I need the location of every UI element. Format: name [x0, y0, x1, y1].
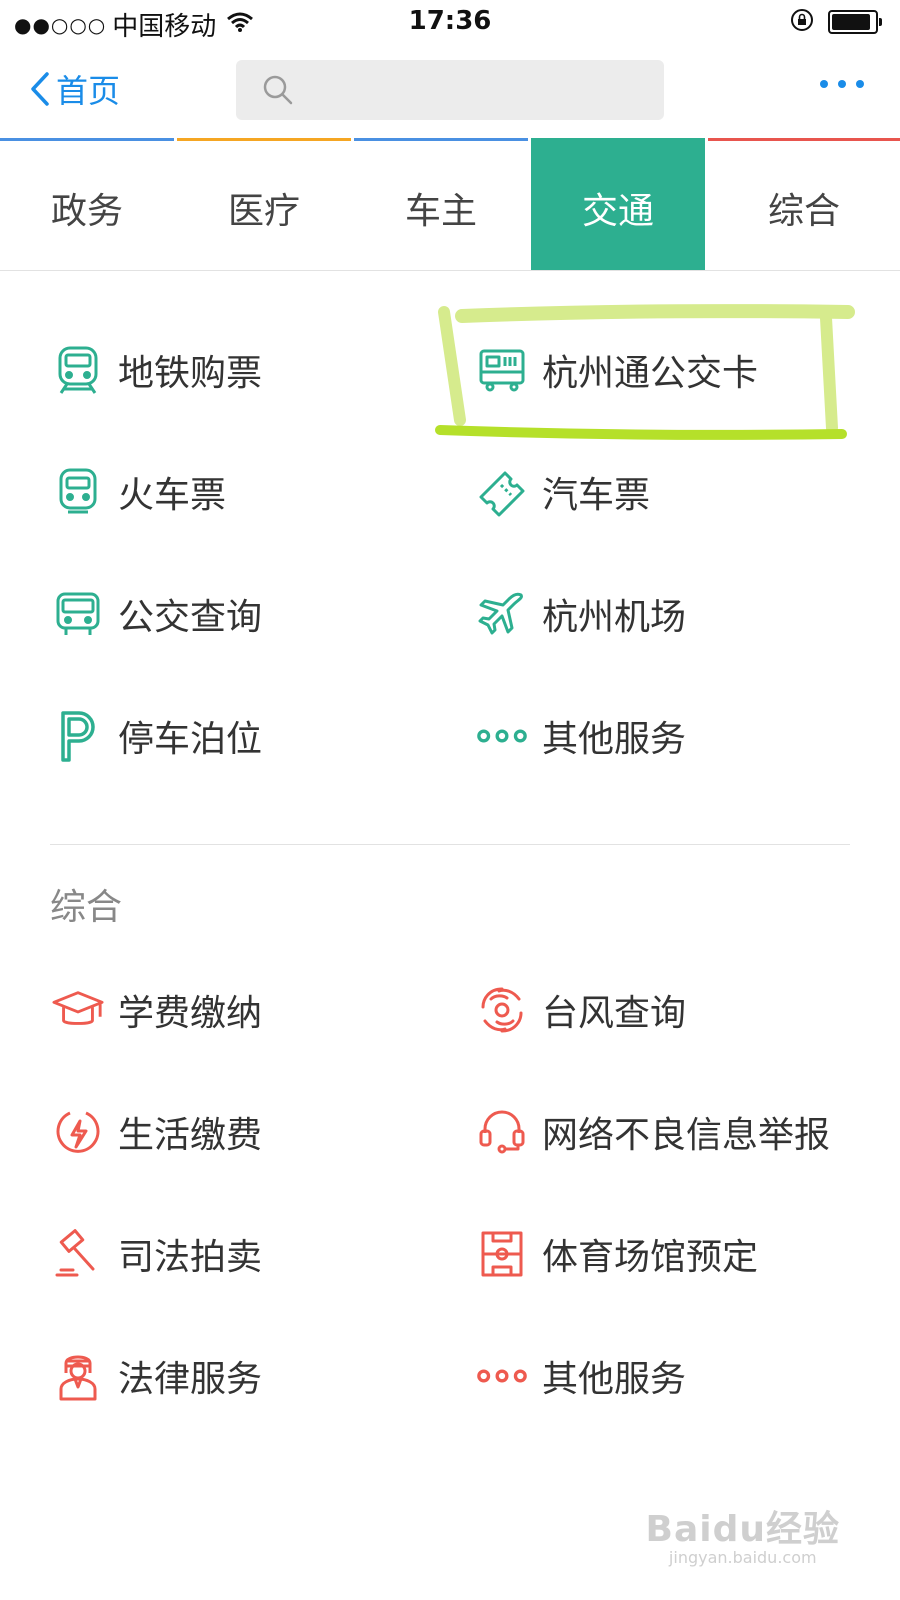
service-label: 停车泊位 — [118, 719, 263, 760]
service-label: 地铁购票 — [118, 353, 263, 394]
graduation-cap-icon — [52, 984, 104, 1036]
service-label: 杭州通公交卡 — [542, 353, 759, 394]
service-bus-ticket[interactable]: 汽车票 — [476, 462, 650, 522]
service-label: 体育场馆预定 — [542, 1237, 759, 1278]
bus-icon — [52, 588, 104, 640]
tab-general[interactable]: 综合 — [708, 138, 900, 270]
service-bus-query[interactable]: 公交查询 — [52, 584, 262, 644]
more-dots-icon — [476, 710, 528, 762]
typhoon-icon — [476, 984, 528, 1036]
service-label: 其他服务 — [542, 1359, 687, 1400]
service-tuition[interactable]: 学费缴纳 — [52, 980, 262, 1040]
subway-icon — [52, 344, 104, 396]
dot-icon — [820, 80, 828, 88]
service-label: 生活缴费 — [118, 1115, 263, 1156]
tab-car-owner[interactable]: 车主 — [354, 138, 528, 270]
tab-label: 医疗 — [227, 191, 300, 232]
search-input[interactable] — [306, 70, 650, 112]
service-airport[interactable]: 杭州机场 — [476, 584, 686, 644]
dot-icon — [838, 80, 846, 88]
service-legal[interactable]: 法律服务 — [52, 1346, 262, 1406]
service-label: 公交查询 — [118, 597, 263, 638]
section-divider — [50, 844, 850, 845]
tab-color-bar — [708, 138, 900, 141]
service-stadium-booking[interactable]: 体育场馆预定 — [476, 1224, 758, 1284]
service-judicial-auction[interactable]: 司法拍卖 — [52, 1224, 262, 1284]
service-utility-payment[interactable]: 生活缴费 — [52, 1102, 262, 1162]
service-label: 网络不良信息举报 — [542, 1115, 831, 1156]
service-label: 学费缴纳 — [118, 993, 263, 1034]
ticket-icon — [476, 466, 528, 518]
stadium-icon — [476, 1228, 528, 1280]
section-title: 综合 — [50, 887, 123, 928]
train-icon — [52, 466, 104, 518]
service-label: 司法拍卖 — [118, 1237, 263, 1278]
headset-icon — [476, 1106, 528, 1158]
utility-bolt-icon — [52, 1106, 104, 1158]
service-label: 汽车票 — [542, 475, 651, 516]
nav-bar: 首页 — [0, 42, 900, 138]
watermark-sub: jingyan.baidu.com — [668, 1548, 817, 1567]
parking-icon — [52, 710, 104, 762]
more-options-button[interactable] — [820, 80, 864, 88]
battery-level — [832, 14, 870, 30]
category-tabs: 政务 医疗 车主 交通 综合 — [0, 138, 900, 271]
tab-label: 政务 — [50, 191, 123, 232]
tab-transport[interactable]: 交通 — [531, 138, 705, 270]
status-right — [790, 8, 882, 36]
service-report-info[interactable]: 网络不良信息举报 — [476, 1102, 830, 1162]
chevron-left-icon — [31, 72, 49, 106]
tab-color-bar — [0, 138, 174, 141]
baidu-watermark: Baidu经验 jingyan.baidu.com — [646, 1500, 840, 1567]
service-label: 法律服务 — [118, 1359, 263, 1400]
tab-medical[interactable]: 医疗 — [177, 138, 351, 270]
tab-color-bar — [354, 138, 528, 141]
dot-icon — [856, 80, 864, 88]
tab-government[interactable]: 政务 — [0, 138, 174, 270]
status-time: 17:36 — [408, 6, 492, 36]
service-subway-ticket[interactable]: 地铁购票 — [52, 340, 262, 400]
service-bus-card[interactable]: 杭州通公交卡 — [476, 340, 758, 400]
status-bar: ●●○○○ 中国移动 17:36 — [0, 0, 900, 42]
service-label: 杭州机场 — [542, 597, 687, 638]
rotation-lock-icon — [790, 8, 814, 36]
tab-label: 交通 — [581, 191, 654, 232]
service-other-general[interactable]: 其他服务 — [476, 1346, 686, 1406]
watermark-main: Baidu经验 — [645, 1509, 840, 1550]
back-label: 首页 — [56, 72, 121, 110]
gavel-icon — [52, 1228, 104, 1280]
tab-label: 车主 — [404, 191, 477, 232]
battery-icon — [828, 10, 882, 34]
lawyer-icon — [52, 1350, 104, 1402]
tab-color-bar — [177, 138, 351, 141]
search-icon — [262, 74, 294, 110]
service-label: 其他服务 — [542, 719, 687, 760]
service-parking[interactable]: 停车泊位 — [52, 706, 262, 766]
search-box[interactable] — [236, 60, 664, 120]
service-label: 台风查询 — [542, 993, 687, 1034]
service-typhoon[interactable]: 台风查询 — [476, 980, 686, 1040]
tab-label: 综合 — [767, 191, 840, 232]
service-other-transport[interactable]: 其他服务 — [476, 706, 686, 766]
more-dots-icon — [476, 1350, 528, 1402]
back-button[interactable]: 首页 — [30, 66, 120, 112]
service-label: 火车票 — [118, 475, 227, 516]
airplane-icon — [476, 588, 528, 640]
bus-card-icon — [476, 344, 528, 396]
service-train-ticket[interactable]: 火车票 — [52, 462, 226, 522]
